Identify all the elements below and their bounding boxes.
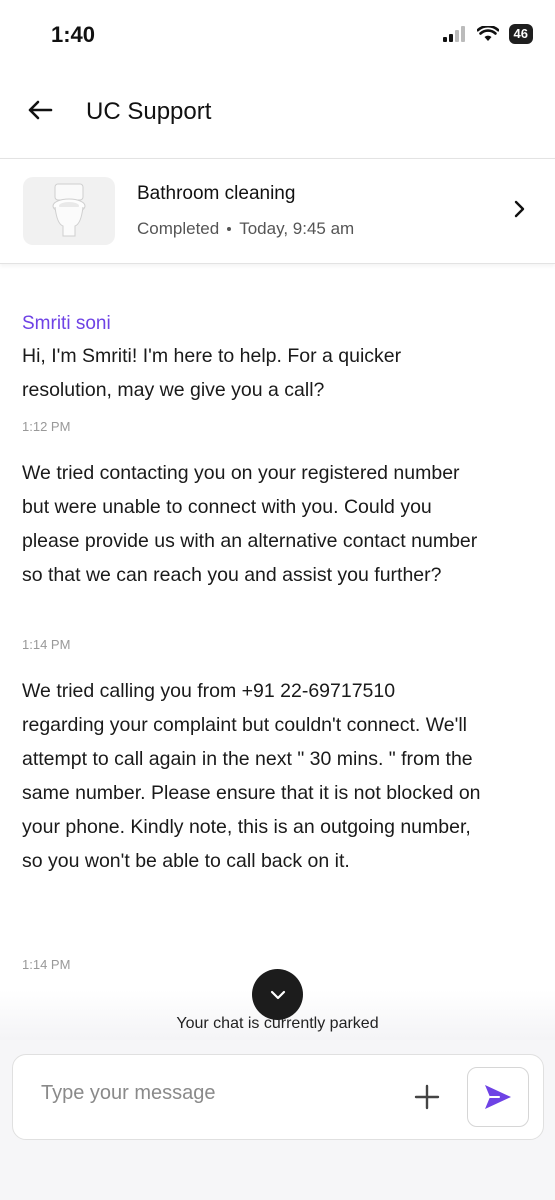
status-icons: 46 xyxy=(442,24,533,44)
message-input[interactable] xyxy=(39,1081,373,1106)
toilet-icon xyxy=(52,183,86,237)
wifi-icon xyxy=(476,26,499,41)
status-bar: 1:40 46 xyxy=(0,0,555,70)
status-time: 1:40 xyxy=(51,22,96,47)
composer-area xyxy=(0,1040,555,1200)
back-button[interactable] xyxy=(24,94,56,126)
message-block-3: We tried calling you from +91 22-6971751… xyxy=(22,674,482,878)
message-block-2: We tried contacting you on your register… xyxy=(22,456,482,592)
message-block-1: Smriti soni Hi, I'm Smriti! I'm here to … xyxy=(22,313,482,407)
message-timestamp: 1:14 PM xyxy=(22,637,71,652)
message-text: Hi, I'm Smriti! I'm here to help. For a … xyxy=(22,345,402,401)
booking-title: Bathroom cleaning xyxy=(137,183,296,204)
message-text: We tried calling you from +91 22-6971751… xyxy=(22,680,481,872)
booking-time: Today, 9:45 am xyxy=(239,219,355,238)
composer-box xyxy=(12,1054,544,1140)
arrow-left-icon xyxy=(28,100,53,120)
booking-meta: Completed Today, 9:45 am xyxy=(137,219,354,239)
booking-card[interactable]: Bathroom cleaning Completed Today, 9:45 … xyxy=(0,158,555,264)
send-button[interactable] xyxy=(467,1067,529,1127)
chevron-down-icon xyxy=(270,990,285,999)
attach-button[interactable] xyxy=(411,1081,443,1113)
message-timestamp: 1:14 PM xyxy=(22,957,71,972)
scroll-down-button[interactable] xyxy=(252,969,303,1020)
send-icon xyxy=(485,1085,511,1109)
battery-indicator: 46 xyxy=(508,24,533,44)
booking-thumbnail xyxy=(23,177,115,245)
sender-name: Smriti soni xyxy=(22,313,111,334)
signal-icon xyxy=(442,26,465,42)
separator-dot xyxy=(227,227,232,231)
chevron-right-icon xyxy=(514,200,525,218)
booking-status: Completed xyxy=(137,219,220,238)
plus-icon xyxy=(414,1084,440,1110)
header: UC Support xyxy=(0,80,555,150)
page-title: UC Support xyxy=(86,98,212,125)
message-text: We tried contacting you on your register… xyxy=(22,462,478,586)
message-timestamp: 1:12 PM xyxy=(22,419,71,434)
